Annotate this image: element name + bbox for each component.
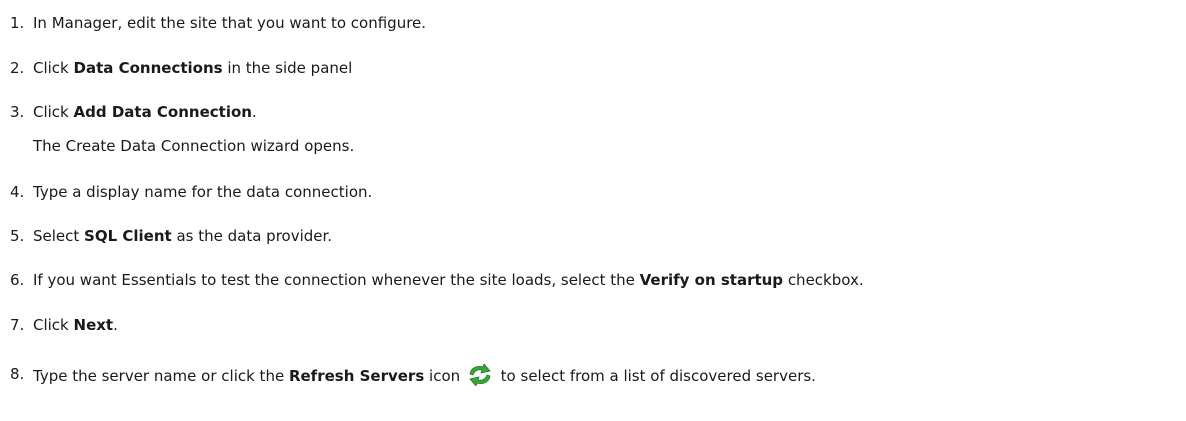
step-text: Click Add Data Connection. The Create Dat…	[33, 102, 354, 156]
step-result-note: The Create Data Connection wizard opens.	[33, 137, 355, 155]
ui-term: Refresh Servers	[288, 367, 425, 385]
step-number: 8.	[10, 365, 25, 383]
step-text-fragment: to select from a list of discovered serv…	[495, 367, 816, 385]
step-text-fragment: icon	[424, 367, 465, 385]
ui-term: SQL Client	[84, 227, 172, 245]
ui-term: Add Data Connection	[73, 103, 252, 121]
step-text-fragment: checkbox.	[783, 271, 864, 289]
step-text: If you want Essentials to test the conne…	[33, 270, 864, 290]
step-text-fragment: In Manager, edit the site that you want …	[33, 14, 427, 32]
refresh-servers-icon	[467, 363, 493, 391]
step-number: 3.	[10, 103, 25, 121]
step-text-fragment: Click	[33, 316, 74, 334]
step-text: Click Next.	[33, 315, 118, 335]
step-number: 7.	[10, 316, 25, 334]
step-text-fragment: .	[113, 316, 118, 334]
step-number: 6.	[10, 271, 25, 289]
step-number: 5.	[10, 227, 25, 245]
step-text-fragment: in the side panel	[222, 59, 353, 77]
step-number: 1.	[10, 14, 25, 32]
ui-term: Verify on startup	[639, 271, 784, 289]
ui-term: Data Connections	[73, 59, 223, 77]
step-text-fragment: as the data provider.	[171, 227, 333, 245]
step-number: 2.	[10, 59, 25, 77]
step-text-fragment: Type the server name or click the	[33, 367, 289, 385]
step-text-fragment: .	[251, 103, 257, 121]
step-text: Type the server name or click the Refres…	[33, 363, 816, 391]
step-text: In Manager, edit the site that you want …	[33, 13, 426, 33]
step-text-fragment: Select	[33, 227, 85, 245]
step-text-fragment: Click	[33, 103, 74, 121]
step-text: Click Data Connections in the side panel	[33, 58, 352, 78]
step-text-fragment: If you want Essentials to test the conne…	[33, 271, 640, 289]
step-text-fragment: Type a display name for the data connect…	[33, 183, 373, 201]
step-text: Type a display name for the data connect…	[33, 182, 372, 202]
step-number: 4.	[10, 183, 25, 201]
step-text-fragment: Click	[33, 59, 74, 77]
step-text: Select SQL Client as the data provider.	[33, 226, 332, 246]
ui-term: Next	[73, 316, 114, 334]
